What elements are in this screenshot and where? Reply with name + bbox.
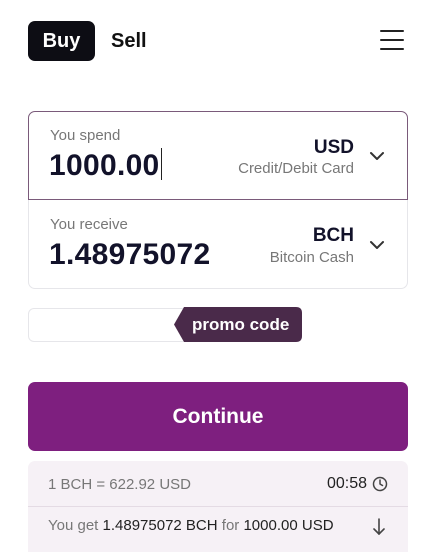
you-get-for: for (221, 517, 240, 534)
receive-currency-name: Bitcoin Cash (269, 249, 354, 266)
receive-label: You receive (50, 216, 128, 233)
spend-amount-input[interactable]: 1000.00 (49, 148, 162, 183)
tab-buy[interactable]: Buy (28, 21, 95, 61)
spend-currency[interactable]: USD (314, 137, 354, 159)
payment-method: Credit/Debit Card (238, 160, 354, 177)
promo-code-input[interactable] (28, 308, 188, 342)
promo-code-section: promo code (28, 307, 302, 342)
clock-icon (372, 476, 388, 492)
hamburger-menu-icon[interactable] (380, 30, 404, 50)
spend-amount-value: 1000.00 (49, 149, 160, 182)
chevron-down-icon[interactable] (369, 151, 385, 161)
spend-field[interactable]: You spend 1000.00 USD Credit/Debit Card (28, 111, 408, 200)
text-caret (160, 148, 162, 180)
you-get-prefix: You get (48, 517, 99, 534)
exchange-rate: 1 BCH = 622.92 USD (48, 476, 191, 493)
you-get-total: 1000.00 USD (243, 517, 334, 534)
promo-code-button[interactable]: promo code (174, 307, 302, 342)
spend-label: You spend (50, 127, 121, 144)
receive-amount: 1.48975072 (49, 238, 211, 271)
quote-panel: 1 BCH = 622.92 USD 00:58 You get 1.48975… (28, 461, 408, 552)
you-get-summary: You get 1.48975072 BCH for 1000.00 USD (48, 517, 334, 534)
arrow-down-icon[interactable] (372, 518, 386, 536)
receive-field[interactable]: You receive 1.48975072 BCH Bitcoin Cash (28, 200, 408, 289)
chevron-down-icon[interactable] (369, 240, 385, 250)
buy-sell-header: Buy Sell (28, 21, 408, 61)
tab-sell[interactable]: Sell (111, 21, 147, 61)
continue-button[interactable]: Continue (28, 382, 408, 451)
you-get-amount: 1.48975072 BCH (102, 517, 218, 534)
quote-timer: 00:58 (326, 475, 367, 492)
rate-row: 1 BCH = 622.92 USD 00:58 (28, 461, 408, 507)
promo-code-label: promo code (192, 315, 290, 334)
receive-currency[interactable]: BCH (313, 225, 354, 247)
